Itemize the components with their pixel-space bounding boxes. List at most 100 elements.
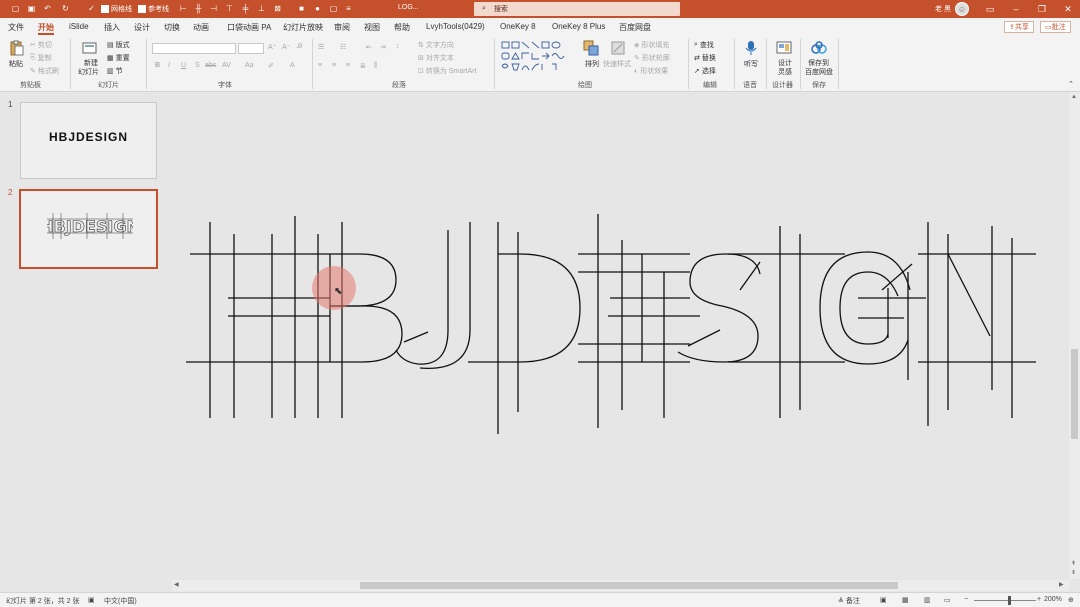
font-size-combo[interactable] <box>238 43 264 54</box>
numbering-icon[interactable]: ☷ <box>340 43 346 51</box>
align-right-text-icon[interactable]: ≡ <box>346 62 350 69</box>
zoom-slider[interactable] <box>974 600 1036 601</box>
scroll-up-icon[interactable]: ▲ <box>1071 94 1077 100</box>
scroll-left-icon[interactable]: ◀ <box>174 581 179 588</box>
tab-animations[interactable]: 动画 <box>193 22 209 33</box>
align-center-icon[interactable]: ╫ <box>193 3 204 14</box>
tab-baidu[interactable]: 百度网盘 <box>619 22 651 33</box>
fit-slide-icon[interactable]: ⊕ <box>1068 596 1074 604</box>
baidu-label[interactable]: 百度网盘 <box>805 67 833 77</box>
language-status[interactable]: 中文(中国) <box>104 596 137 606</box>
baidu-cloud-icon[interactable] <box>811 40 827 56</box>
align-right-icon[interactable]: ⊣ <box>208 3 219 14</box>
clear-format-icon[interactable]: Ꭿ <box>297 43 302 51</box>
minimize-icon[interactable]: – <box>1006 2 1026 16</box>
align-top-icon[interactable]: ⊤ <box>224 3 235 14</box>
arrange-icon[interactable] <box>583 40 599 56</box>
avatar[interactable]: ☺ <box>955 2 969 16</box>
zoom-slider-thumb[interactable] <box>1008 596 1011 605</box>
notes-button[interactable]: ≜ 备注 <box>838 596 860 606</box>
grow-font-button[interactable]: A⁺ <box>268 43 276 51</box>
close-icon[interactable]: ✕ <box>1058 2 1078 16</box>
section-button[interactable]: ▥ 节 <box>107 66 123 76</box>
bullets-icon[interactable]: ☰ <box>318 43 324 51</box>
shadow-button[interactable]: S <box>195 62 200 69</box>
quick-styles-label[interactable]: 快速样式 <box>603 59 631 69</box>
tab-view[interactable]: 视图 <box>364 22 380 33</box>
zoom-level[interactable]: 200% <box>1044 596 1062 603</box>
restore-icon[interactable]: ❐ <box>1032 2 1052 16</box>
paste-button[interactable]: 粘贴 <box>9 59 23 69</box>
gridlines-checkbox[interactable]: 网格线 <box>101 4 132 14</box>
align-text-button[interactable]: ⊞ 对齐文本 <box>418 53 454 63</box>
normal-view-icon[interactable]: ▣ <box>880 596 887 604</box>
customize-icon[interactable]: ≡ <box>343 3 354 14</box>
shape-effects-button[interactable]: ◐ 形状效果 <box>634 66 668 76</box>
shape-fill-button[interactable]: ◈ 形状填充 <box>634 40 669 50</box>
line-spacing-icon[interactable]: ↕ <box>396 43 400 50</box>
align-left-text-icon[interactable]: ≡ <box>318 62 322 69</box>
tab-transitions[interactable]: 切换 <box>164 22 180 33</box>
next-slide-icon[interactable]: ⇟ <box>1071 569 1076 576</box>
new-slide-label-2[interactable]: 幻灯片 <box>78 67 99 77</box>
arrange-label[interactable]: 排列 <box>585 59 599 69</box>
search-box[interactable]: ⌕ 搜索 <box>474 2 680 16</box>
highlight-icon[interactable]: ✐ <box>268 62 274 70</box>
tab-file[interactable]: 文件 <box>8 22 24 33</box>
reading-view-icon[interactable]: ▥ <box>924 596 931 604</box>
layout-button[interactable]: ▤ 版式 <box>107 40 130 50</box>
align-bottom-icon[interactable]: ⊥ <box>256 3 267 14</box>
text-direction-button[interactable]: ⇅ 文字方向 <box>418 40 454 50</box>
shrink-font-button[interactable]: A⁻ <box>282 43 290 51</box>
tab-insert[interactable]: 插入 <box>104 22 120 33</box>
copy-button[interactable]: ⎘ 复制 <box>30 53 52 63</box>
undo-icon[interactable]: ↶ <box>42 3 53 14</box>
zoom-in-icon[interactable]: + <box>1037 596 1041 603</box>
tab-review[interactable]: 审阅 <box>334 22 350 33</box>
shape-outline-button[interactable]: ✎ 形状轮廓 <box>634 53 670 63</box>
vertical-scrollbar[interactable]: ▲ ⇞ ⇟ <box>1069 92 1080 579</box>
align-middle-icon[interactable]: ╪ <box>240 3 251 14</box>
distribute-icon[interactable]: ⊠ <box>272 3 283 14</box>
smartart-button[interactable]: ⊡ 转换为 SmartArt <box>418 66 476 76</box>
quick-access-icon[interactable]: ✓ <box>86 3 97 14</box>
spellcheck-icon[interactable]: ▣ <box>88 596 95 604</box>
columns-icon[interactable]: ⫼ <box>374 62 377 70</box>
paste-icon[interactable] <box>8 40 24 56</box>
quick-styles-icon[interactable] <box>610 40 626 56</box>
design-ideas-label-2[interactable]: 灵感 <box>778 67 792 77</box>
slide-thumbnail-1[interactable]: HBJDESIGN <box>20 102 157 179</box>
share-button[interactable]: ⇪ 共享 <box>1004 21 1034 33</box>
tab-onekey8plus[interactable]: OneKey 8 Plus <box>552 22 605 31</box>
tab-slideshow[interactable]: 幻灯片放映 <box>283 22 323 33</box>
reset-button[interactable]: ▦ 重置 <box>107 53 130 63</box>
tab-home[interactable]: 开始 <box>38 22 54 33</box>
find-button[interactable]: ⌕ 查找 <box>694 40 714 50</box>
tab-pocket-animation[interactable]: 口袋动画 PA <box>227 22 271 33</box>
mic-icon[interactable] <box>743 40 759 56</box>
justify-icon[interactable]: ≣ <box>360 62 366 70</box>
more-icon[interactable]: ▢ <box>328 3 339 14</box>
vertical-scroll-thumb[interactable] <box>1071 349 1078 439</box>
underline-button[interactable]: U <box>181 62 186 69</box>
tab-help[interactable]: 帮助 <box>394 22 410 33</box>
change-case-button[interactable]: Aa <box>245 62 254 69</box>
prev-slide-icon[interactable]: ⇞ <box>1071 560 1076 567</box>
horizontal-scroll-thumb[interactable] <box>360 582 898 589</box>
italic-button[interactable]: I <box>168 62 170 69</box>
design-ideas-icon[interactable] <box>776 40 792 56</box>
select-button[interactable]: ➚ 选择 <box>694 66 716 76</box>
horizontal-scrollbar[interactable]: ◀ ▶ <box>172 580 1069 591</box>
autosave-icon[interactable]: ▢ <box>10 3 21 14</box>
slideshow-view-icon[interactable]: ▭ <box>944 596 951 604</box>
font-name-combo[interactable] <box>152 43 236 54</box>
cut-button[interactable]: ✂ 剪切 <box>30 40 52 50</box>
decrease-indent-icon[interactable]: ⇤ <box>366 43 372 51</box>
tab-lvyhtools[interactable]: LvyhTools(0429) <box>426 22 485 31</box>
record-icon[interactable]: ● <box>312 3 323 14</box>
slide-canvas[interactable]: ⬉ <box>172 92 1069 579</box>
zoom-out-icon[interactable]: − <box>964 596 968 603</box>
replace-button[interactable]: ⇄ 替换 <box>694 53 716 63</box>
comment-button[interactable]: ▭ 批注 <box>1040 21 1071 33</box>
slide-thumbnail-2[interactable]: HBJDESIGN <box>19 189 158 269</box>
